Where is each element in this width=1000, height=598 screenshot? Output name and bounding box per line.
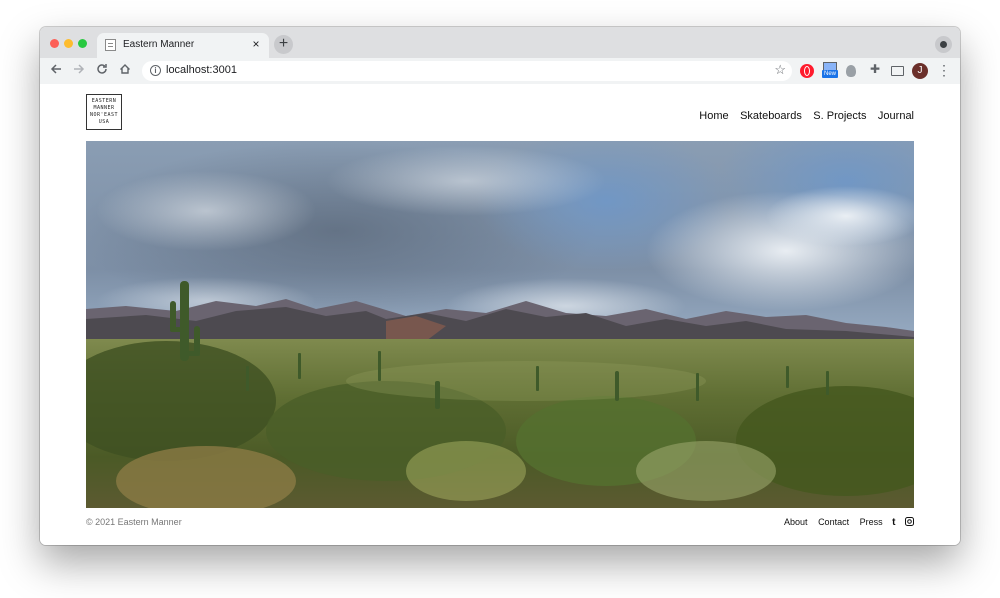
logo-line: MANNER [93, 105, 115, 111]
logo-line: EASTERN [91, 98, 117, 104]
logo-line: USA [98, 119, 110, 125]
forward-icon[interactable] [70, 62, 88, 80]
new-extension-icon[interactable]: New [822, 62, 838, 78]
url-text[interactable]: localhost:3001 [166, 64, 237, 76]
copyright-text: © 2021 Eastern Manner [86, 517, 182, 527]
tumblr-icon[interactable]: t [892, 517, 895, 528]
web-page: EASTERN MANNER NOR'EAST USA Home Skatebo… [40, 84, 960, 545]
new-tab-button[interactable]: + [274, 35, 293, 54]
browser-tab[interactable]: Eastern Manner × [97, 33, 269, 58]
bookmark-star-icon[interactable]: ☆ [774, 62, 786, 78]
maximize-window-button[interactable] [78, 39, 87, 48]
browser-window: Eastern Manner × + i localhost:3001 ☆ Ne… [40, 27, 960, 545]
site-logo[interactable]: EASTERN MANNER NOR'EAST USA [86, 94, 122, 130]
back-icon[interactable] [47, 62, 65, 80]
address-bar[interactable]: i localhost:3001 ☆ [142, 61, 792, 81]
home-icon[interactable] [116, 62, 134, 80]
footer-contact-link[interactable]: Contact [818, 517, 849, 527]
tab-title: Eastern Manner [123, 39, 195, 50]
nav-skateboards[interactable]: Skateboards [740, 110, 802, 122]
footer-links: About Contact Press t [776, 517, 914, 528]
footer-press-link[interactable]: Press [860, 517, 883, 527]
opera-extension-icon[interactable] [800, 64, 814, 78]
reload-icon[interactable] [93, 62, 111, 80]
main-nav: Home Skateboards S. Projects Journal [692, 106, 914, 124]
nav-home[interactable]: Home [699, 110, 728, 122]
footer-about-link[interactable]: About [784, 517, 808, 527]
new-badge: New [822, 70, 838, 78]
logo-line: NOR'EAST [89, 112, 119, 118]
browser-menu-icon[interactable]: ⋮ [937, 61, 951, 79]
site-info-icon[interactable]: i [150, 65, 161, 76]
bug-extension-icon[interactable] [846, 65, 856, 77]
profile-avatar[interactable]: J [912, 63, 928, 79]
tab-close-icon[interactable]: × [249, 37, 263, 51]
tab-search-icon[interactable] [935, 36, 952, 53]
page-favicon-icon [105, 39, 116, 51]
browser-toolbar: i localhost:3001 ☆ New ✚ J ⋮ [40, 58, 960, 85]
cast-icon[interactable] [891, 66, 904, 76]
tab-bar: Eastern Manner × + [40, 27, 960, 58]
nav-s-projects[interactable]: S. Projects [813, 110, 866, 122]
instagram-icon[interactable] [905, 517, 914, 528]
minimize-window-button[interactable] [64, 39, 73, 48]
close-window-button[interactable] [50, 39, 59, 48]
nav-journal[interactable]: Journal [878, 110, 914, 122]
hero-landscape-image [86, 141, 914, 508]
extensions-puzzle-icon[interactable]: ✚ [868, 62, 882, 76]
